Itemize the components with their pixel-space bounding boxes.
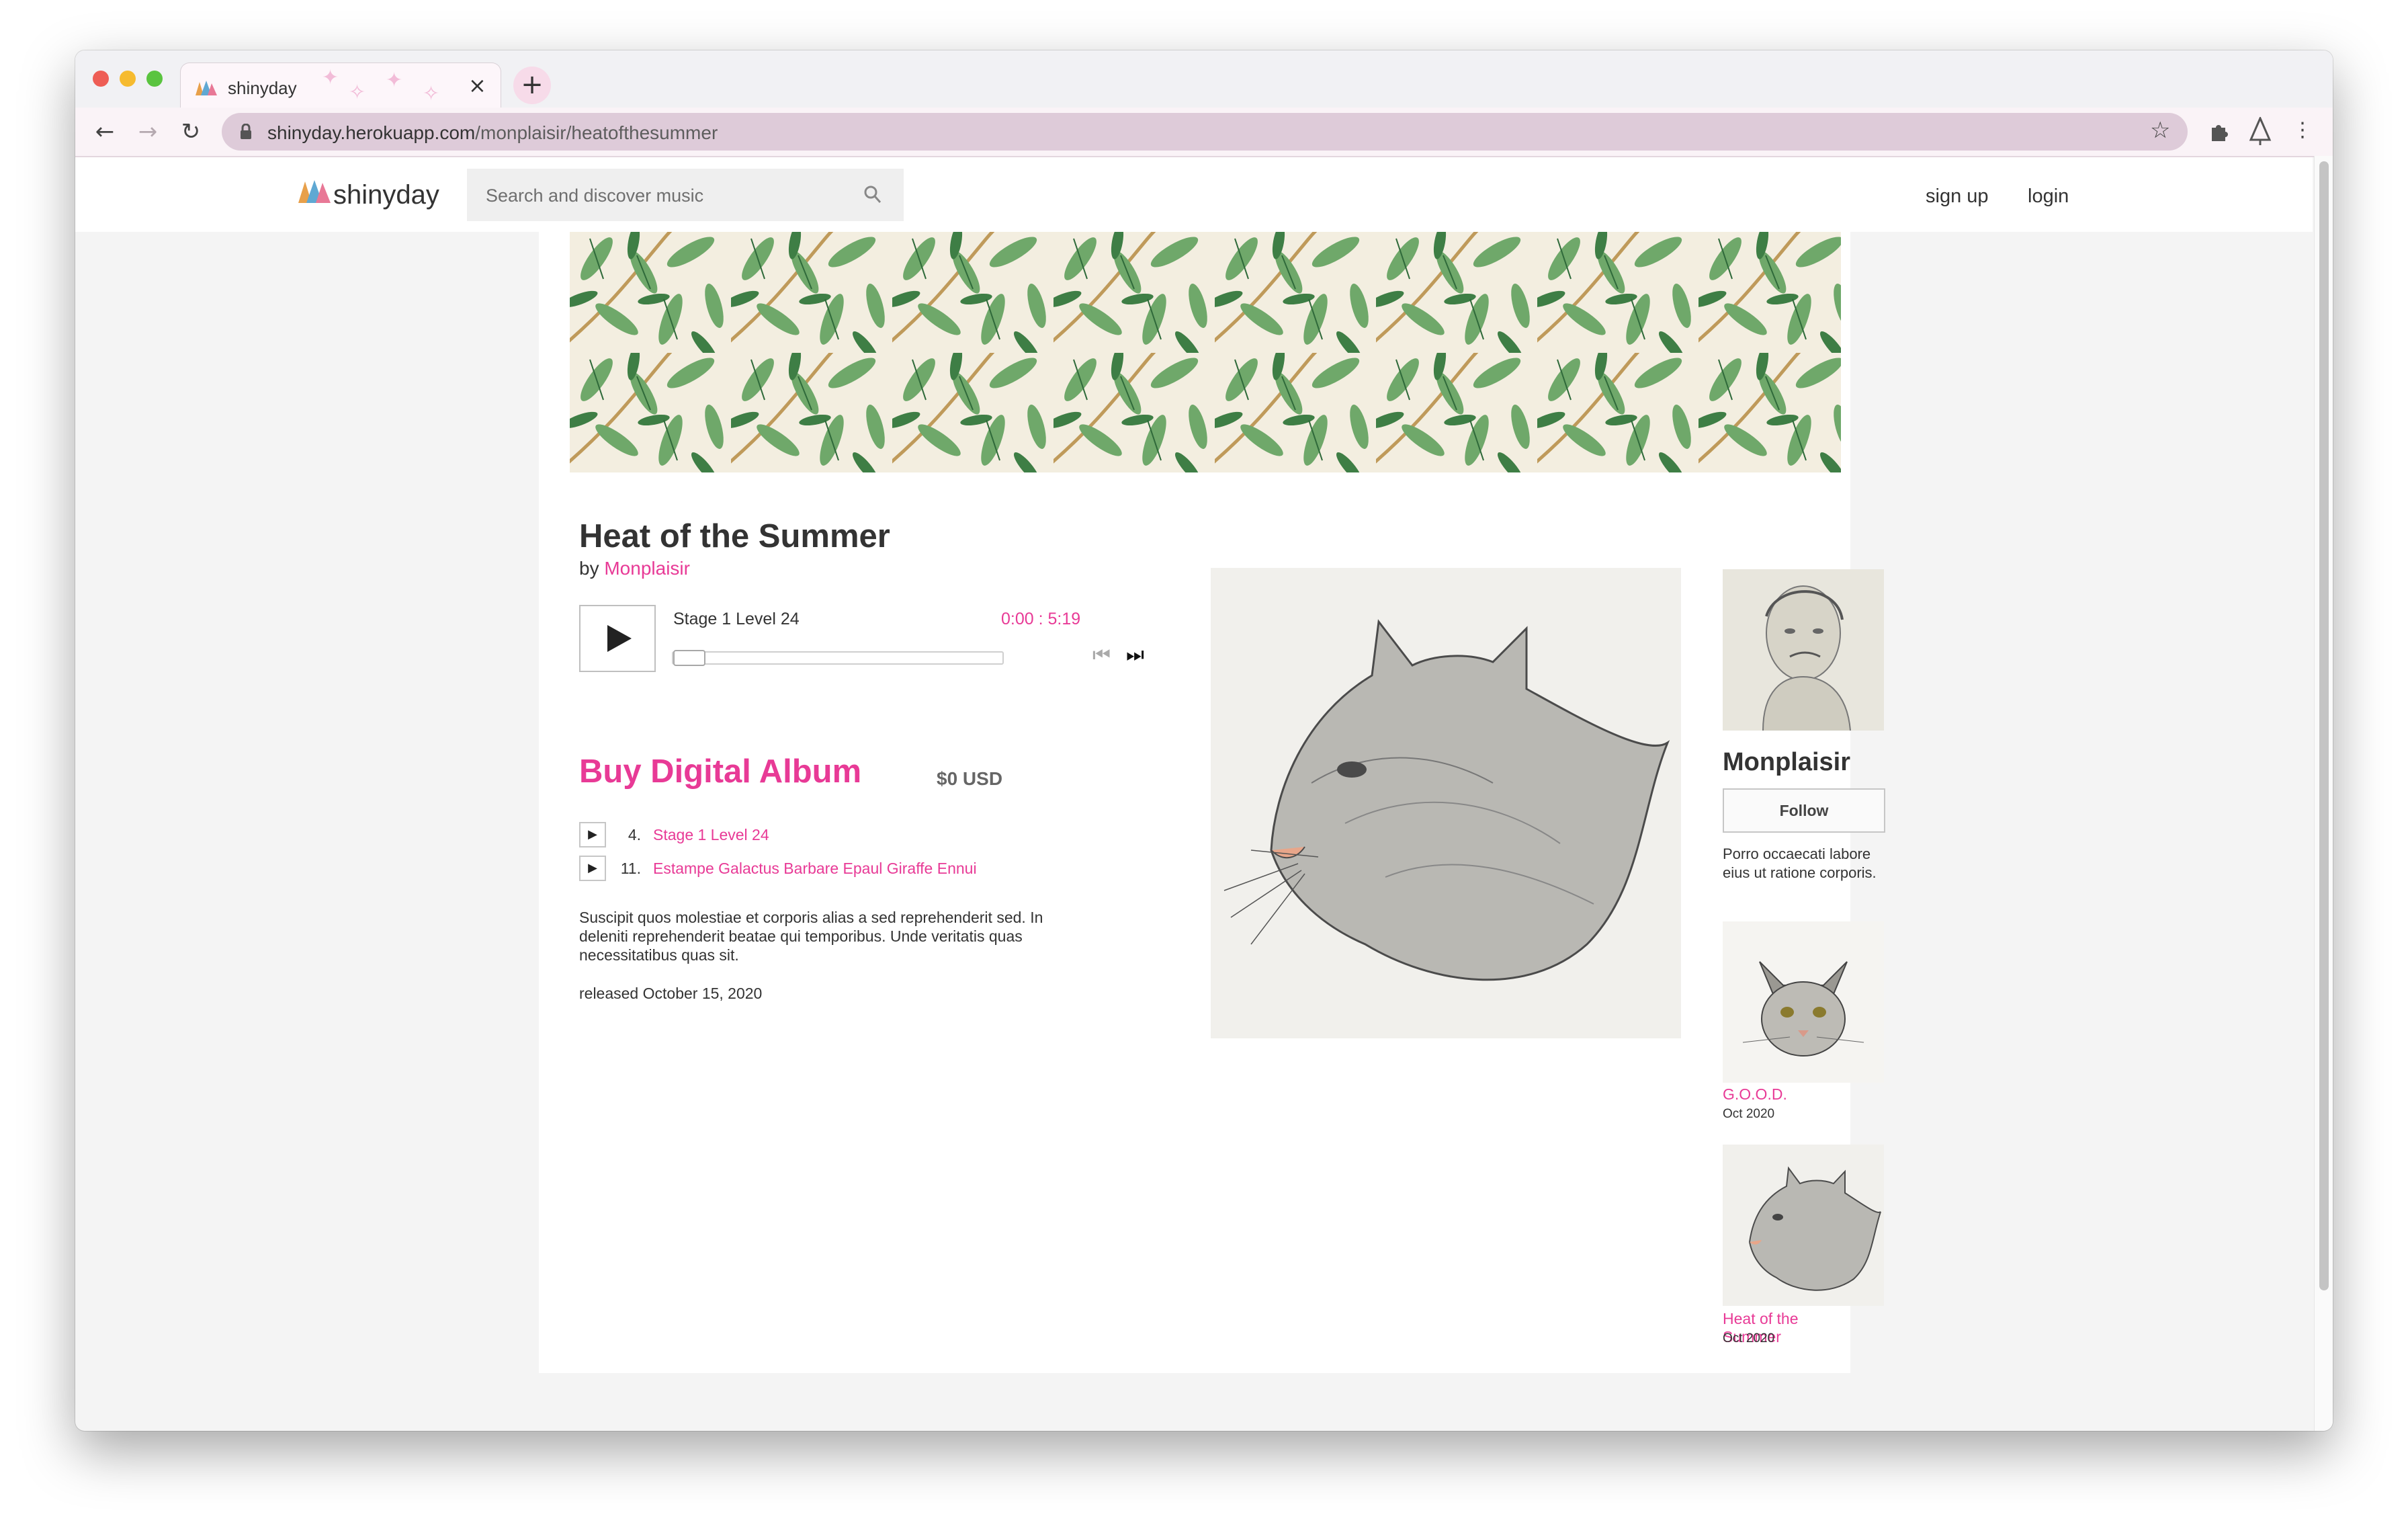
album-description: Suscipit quos molestiae et corporis alia… [579,909,1043,964]
next-track-icon[interactable]: ⏭ [1126,643,1144,667]
discography-title-link[interactable]: G.O.O.D. [1723,1085,1787,1104]
sparkle-decoration: ✦ [322,67,339,89]
now-playing-track: Stage 1 Level 24 [673,610,800,628]
browser-toolbar: ← → ↻ shinyday.herokuapp.com/monplaisir/… [75,108,2333,157]
playback-time: 0:00 : 5:19 [1001,610,1080,629]
track-number: 11. [620,860,641,877]
discography-cover-image[interactable] [1723,1145,1884,1306]
close-window-button[interactable] [93,71,109,87]
album-page: Heat of the Summer by Monplaisir Stage 1… [539,232,1885,1373]
shinyday-logo-icon[interactable] [298,179,331,212]
login-link[interactable]: login [2028,185,2069,208]
artist-photo[interactable] [1723,569,1884,731]
discography-cover-image[interactable] [1723,921,1884,1083]
page-scrollbar[interactable] [2314,156,2333,1431]
discography-date: Oct 2020 [1723,1331,1775,1346]
search-icon[interactable] [863,185,882,205]
track-title-link[interactable]: Stage 1 Level 24 [653,826,769,844]
search-input[interactable]: Search and discover music [467,169,904,221]
buy-digital-album-link[interactable]: Buy Digital Album [579,753,861,790]
album-cover-image [1211,568,1681,1038]
browser-menu-icon[interactable]: ⋮ [2292,118,2313,142]
track-duration: 5:19 [1047,610,1081,628]
extensions-puzzle-icon[interactable] [2208,121,2229,142]
lock-icon [241,124,251,139]
forward-icon[interactable]: → [132,116,164,148]
reload-icon[interactable]: ↻ [175,116,207,148]
shinyday-favicon-icon [196,81,217,95]
cat-face-illustration [1723,921,1884,1083]
minimize-window-button[interactable] [120,71,136,87]
previous-track-icon[interactable]: ⏮ [1092,643,1111,667]
tab-bar: ✦ ✧ ✦ ✧ shinyday × + [75,50,2333,110]
extension-tree-icon[interactable] [2248,117,2272,145]
new-tab-button[interactable]: + [513,67,551,104]
willow-pattern-illustration [570,232,1841,472]
time-separator: : [1033,610,1048,628]
by-prefix: by [579,558,599,579]
play-button[interactable] [579,605,656,672]
search-placeholder: Search and discover music [486,185,704,206]
sparkle-decoration: ✧ [349,81,366,104]
artist-banner-image [570,232,1841,472]
play-icon [607,625,632,652]
elapsed-time: 0:00 [1001,610,1034,628]
browser-window: ✦ ✧ ✦ ✧ shinyday × + ← → ↻ shinyday.hero… [75,50,2333,1431]
sparkle-decoration: ✦ [386,69,403,91]
album-title: Heat of the Summer [579,518,890,554]
close-tab-icon[interactable]: × [468,73,486,98]
address-bar[interactable]: shinyday.herokuapp.com/monplaisir/heatof… [222,113,2188,151]
follow-button[interactable]: Follow [1723,788,1885,833]
artist-bio: Porro occaecati labore eius ut ratione c… [1723,845,1877,881]
artist-portrait-illustration [1723,569,1884,731]
url-text: shinyday.herokuapp.com/monplaisir/heatof… [267,122,718,144]
cat-sketch-illustration [1211,568,1681,1038]
tab-title: shinyday [228,78,297,98]
artist-link[interactable]: Monplaisir [604,558,690,579]
track-number: 4. [628,826,641,843]
url-domain: shinyday.herokuapp.com [267,122,476,143]
cat-profile-illustration [1723,1145,1884,1306]
scrollbar-thumb[interactable] [2319,161,2329,1290]
logo-text[interactable]: shinyday [333,180,439,210]
progress-handle[interactable] [673,650,705,666]
discography-date: Oct 2020 [1723,1107,1775,1121]
sign-up-link[interactable]: sign up [1926,185,1989,208]
bookmark-star-icon[interactable]: ☆ [2150,117,2170,144]
album-byline: by Monplaisir [579,558,690,579]
back-icon[interactable]: ← [89,116,121,148]
browser-tab[interactable]: ✦ ✧ ✦ ✧ shinyday × [180,63,501,110]
album-price: $0 USD [937,768,1003,789]
release-date: released October 15, 2020 [579,985,763,1002]
progress-bar[interactable] [672,650,1004,666]
maximize-window-button[interactable] [146,71,163,87]
track-title-link[interactable]: Estampe Galactus Barbare Epaul Giraffe E… [653,860,977,878]
artist-name[interactable]: Monplaisir [1723,748,1850,777]
site-header: shinyday Search and discover music sign … [75,157,2313,232]
url-path: /monplaisir/heatofthesummer [475,122,718,143]
sparkle-decoration: ✧ [423,83,440,105]
